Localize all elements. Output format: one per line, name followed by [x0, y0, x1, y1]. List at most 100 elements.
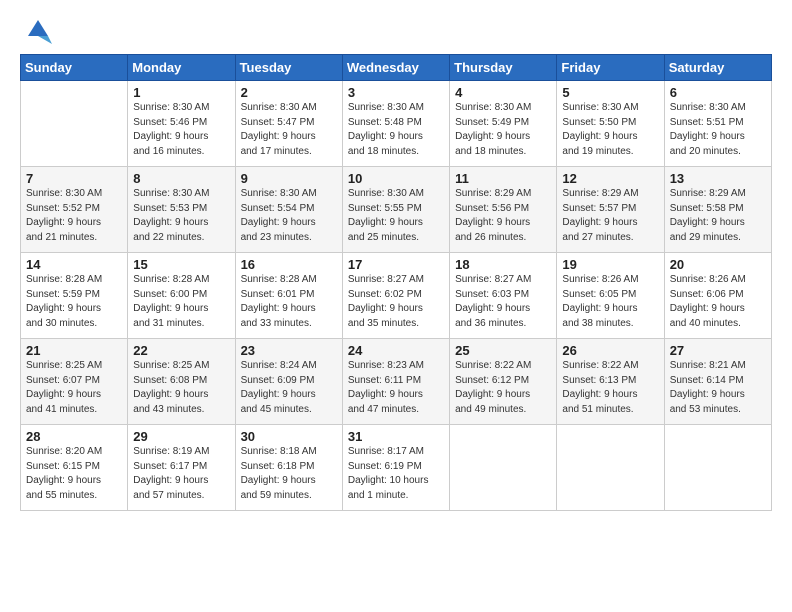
- day-number: 20: [670, 257, 766, 272]
- calendar-cell: 3Sunrise: 8:30 AM Sunset: 5:48 PM Daylig…: [342, 81, 449, 167]
- day-number: 24: [348, 343, 444, 358]
- day-info: Sunrise: 8:29 AM Sunset: 5:57 PM Dayligh…: [562, 187, 658, 245]
- day-info: Sunrise: 8:30 AM Sunset: 5:54 PM Dayligh…: [241, 187, 337, 245]
- day-number: 19: [562, 257, 658, 272]
- day-info: Sunrise: 8:30 AM Sunset: 5:47 PM Dayligh…: [241, 101, 337, 159]
- day-info: Sunrise: 8:28 AM Sunset: 6:01 PM Dayligh…: [241, 273, 337, 331]
- day-info: Sunrise: 8:27 AM Sunset: 6:02 PM Dayligh…: [348, 273, 444, 331]
- day-info: Sunrise: 8:22 AM Sunset: 6:12 PM Dayligh…: [455, 359, 551, 417]
- day-info: Sunrise: 8:28 AM Sunset: 6:00 PM Dayligh…: [133, 273, 229, 331]
- day-info: Sunrise: 8:19 AM Sunset: 6:17 PM Dayligh…: [133, 445, 229, 503]
- day-info: Sunrise: 8:30 AM Sunset: 5:52 PM Dayligh…: [26, 187, 122, 245]
- calendar-cell: 15Sunrise: 8:28 AM Sunset: 6:00 PM Dayli…: [128, 253, 235, 339]
- calendar-cell: 26Sunrise: 8:22 AM Sunset: 6:13 PM Dayli…: [557, 339, 664, 425]
- day-info: Sunrise: 8:21 AM Sunset: 6:14 PM Dayligh…: [670, 359, 766, 417]
- day-number: 9: [241, 171, 337, 186]
- day-info: Sunrise: 8:29 AM Sunset: 5:56 PM Dayligh…: [455, 187, 551, 245]
- weekday-header: Wednesday: [342, 55, 449, 81]
- day-number: 23: [241, 343, 337, 358]
- day-info: Sunrise: 8:25 AM Sunset: 6:07 PM Dayligh…: [26, 359, 122, 417]
- calendar-week-row: 28Sunrise: 8:20 AM Sunset: 6:15 PM Dayli…: [21, 425, 772, 511]
- day-info: Sunrise: 8:30 AM Sunset: 5:46 PM Dayligh…: [133, 101, 229, 159]
- day-number: 7: [26, 171, 122, 186]
- day-info: Sunrise: 8:25 AM Sunset: 6:08 PM Dayligh…: [133, 359, 229, 417]
- day-info: Sunrise: 8:29 AM Sunset: 5:58 PM Dayligh…: [670, 187, 766, 245]
- day-info: Sunrise: 8:28 AM Sunset: 5:59 PM Dayligh…: [26, 273, 122, 331]
- day-number: 3: [348, 85, 444, 100]
- calendar-cell: [557, 425, 664, 511]
- calendar-cell: 11Sunrise: 8:29 AM Sunset: 5:56 PM Dayli…: [450, 167, 557, 253]
- calendar-cell: 30Sunrise: 8:18 AM Sunset: 6:18 PM Dayli…: [235, 425, 342, 511]
- header: [20, 16, 772, 44]
- day-info: Sunrise: 8:18 AM Sunset: 6:18 PM Dayligh…: [241, 445, 337, 503]
- weekday-header: Saturday: [664, 55, 771, 81]
- calendar-cell: 5Sunrise: 8:30 AM Sunset: 5:50 PM Daylig…: [557, 81, 664, 167]
- day-info: Sunrise: 8:30 AM Sunset: 5:49 PM Dayligh…: [455, 101, 551, 159]
- day-info: Sunrise: 8:30 AM Sunset: 5:48 PM Dayligh…: [348, 101, 444, 159]
- calendar-cell: 13Sunrise: 8:29 AM Sunset: 5:58 PM Dayli…: [664, 167, 771, 253]
- day-info: Sunrise: 8:30 AM Sunset: 5:53 PM Dayligh…: [133, 187, 229, 245]
- calendar-table: SundayMondayTuesdayWednesdayThursdayFrid…: [20, 54, 772, 511]
- calendar-cell: 22Sunrise: 8:25 AM Sunset: 6:08 PM Dayli…: [128, 339, 235, 425]
- calendar-cell: 2Sunrise: 8:30 AM Sunset: 5:47 PM Daylig…: [235, 81, 342, 167]
- calendar-cell: 25Sunrise: 8:22 AM Sunset: 6:12 PM Dayli…: [450, 339, 557, 425]
- day-info: Sunrise: 8:30 AM Sunset: 5:50 PM Dayligh…: [562, 101, 658, 159]
- calendar-cell: 4Sunrise: 8:30 AM Sunset: 5:49 PM Daylig…: [450, 81, 557, 167]
- calendar-cell: 20Sunrise: 8:26 AM Sunset: 6:06 PM Dayli…: [664, 253, 771, 339]
- day-number: 2: [241, 85, 337, 100]
- calendar-cell: 8Sunrise: 8:30 AM Sunset: 5:53 PM Daylig…: [128, 167, 235, 253]
- day-number: 5: [562, 85, 658, 100]
- day-info: Sunrise: 8:30 AM Sunset: 5:51 PM Dayligh…: [670, 101, 766, 159]
- calendar-cell: 29Sunrise: 8:19 AM Sunset: 6:17 PM Dayli…: [128, 425, 235, 511]
- day-info: Sunrise: 8:17 AM Sunset: 6:19 PM Dayligh…: [348, 445, 444, 503]
- day-info: Sunrise: 8:30 AM Sunset: 5:55 PM Dayligh…: [348, 187, 444, 245]
- day-number: 13: [670, 171, 766, 186]
- day-info: Sunrise: 8:26 AM Sunset: 6:05 PM Dayligh…: [562, 273, 658, 331]
- day-info: Sunrise: 8:22 AM Sunset: 6:13 PM Dayligh…: [562, 359, 658, 417]
- calendar-week-row: 1Sunrise: 8:30 AM Sunset: 5:46 PM Daylig…: [21, 81, 772, 167]
- day-number: 8: [133, 171, 229, 186]
- day-number: 4: [455, 85, 551, 100]
- day-number: 14: [26, 257, 122, 272]
- calendar-header-row: SundayMondayTuesdayWednesdayThursdayFrid…: [21, 55, 772, 81]
- day-number: 26: [562, 343, 658, 358]
- day-number: 22: [133, 343, 229, 358]
- day-number: 17: [348, 257, 444, 272]
- calendar-cell: 18Sunrise: 8:27 AM Sunset: 6:03 PM Dayli…: [450, 253, 557, 339]
- calendar-cell: 31Sunrise: 8:17 AM Sunset: 6:19 PM Dayli…: [342, 425, 449, 511]
- logo: [20, 16, 52, 44]
- calendar-cell: [664, 425, 771, 511]
- day-info: Sunrise: 8:27 AM Sunset: 6:03 PM Dayligh…: [455, 273, 551, 331]
- calendar-cell: 16Sunrise: 8:28 AM Sunset: 6:01 PM Dayli…: [235, 253, 342, 339]
- day-info: Sunrise: 8:26 AM Sunset: 6:06 PM Dayligh…: [670, 273, 766, 331]
- calendar-cell: 14Sunrise: 8:28 AM Sunset: 5:59 PM Dayli…: [21, 253, 128, 339]
- day-number: 11: [455, 171, 551, 186]
- calendar-cell: 17Sunrise: 8:27 AM Sunset: 6:02 PM Dayli…: [342, 253, 449, 339]
- day-number: 6: [670, 85, 766, 100]
- calendar-cell: 27Sunrise: 8:21 AM Sunset: 6:14 PM Dayli…: [664, 339, 771, 425]
- calendar-cell: 9Sunrise: 8:30 AM Sunset: 5:54 PM Daylig…: [235, 167, 342, 253]
- day-number: 27: [670, 343, 766, 358]
- calendar-cell: 24Sunrise: 8:23 AM Sunset: 6:11 PM Dayli…: [342, 339, 449, 425]
- weekday-header: Tuesday: [235, 55, 342, 81]
- weekday-header: Sunday: [21, 55, 128, 81]
- day-info: Sunrise: 8:24 AM Sunset: 6:09 PM Dayligh…: [241, 359, 337, 417]
- day-number: 28: [26, 429, 122, 444]
- day-number: 16: [241, 257, 337, 272]
- day-info: Sunrise: 8:23 AM Sunset: 6:11 PM Dayligh…: [348, 359, 444, 417]
- day-number: 25: [455, 343, 551, 358]
- weekday-header: Friday: [557, 55, 664, 81]
- calendar-cell: 19Sunrise: 8:26 AM Sunset: 6:05 PM Dayli…: [557, 253, 664, 339]
- weekday-header: Monday: [128, 55, 235, 81]
- calendar-cell: 10Sunrise: 8:30 AM Sunset: 5:55 PM Dayli…: [342, 167, 449, 253]
- page: SundayMondayTuesdayWednesdayThursdayFrid…: [0, 0, 792, 612]
- day-number: 21: [26, 343, 122, 358]
- calendar-cell: 6Sunrise: 8:30 AM Sunset: 5:51 PM Daylig…: [664, 81, 771, 167]
- calendar-cell: 28Sunrise: 8:20 AM Sunset: 6:15 PM Dayli…: [21, 425, 128, 511]
- calendar-cell: [450, 425, 557, 511]
- weekday-header: Thursday: [450, 55, 557, 81]
- calendar-cell: 12Sunrise: 8:29 AM Sunset: 5:57 PM Dayli…: [557, 167, 664, 253]
- day-number: 29: [133, 429, 229, 444]
- day-number: 15: [133, 257, 229, 272]
- logo-icon: [24, 16, 52, 44]
